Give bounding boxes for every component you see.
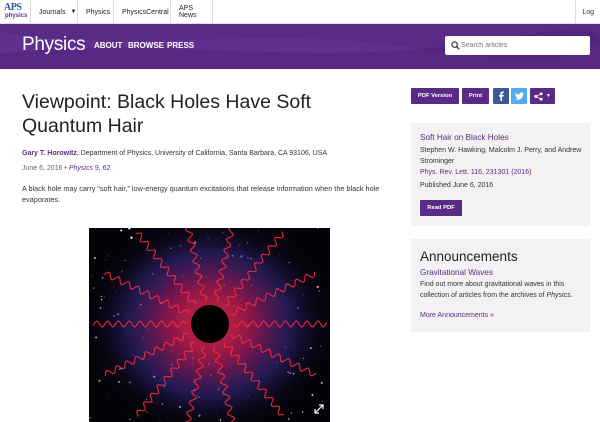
search-input[interactable]	[461, 38, 586, 53]
journal-name: Physics	[68, 165, 93, 172]
search-box	[445, 36, 590, 55]
twitter-icon	[514, 92, 524, 100]
search-icon	[451, 41, 460, 50]
author-line: Gary T. Horowitz, Department of Physics,…	[22, 150, 327, 157]
announcement-text-end: .	[570, 291, 573, 299]
announcement-text-journal: Physics	[546, 291, 571, 299]
aps-logo-text: APS	[4, 2, 22, 13]
physics-link[interactable]: Physics	[77, 0, 113, 24]
related-article-citation[interactable]: Phys. Rev. Lett. 116, 231301 (2016)	[420, 169, 531, 176]
print-button[interactable]: Print	[462, 88, 489, 104]
author-affiliation: , Department of Physics, University of C…	[76, 150, 328, 157]
aps-logo-subtext: physics	[5, 13, 28, 19]
facebook-share-button[interactable]	[493, 88, 509, 104]
related-article-card: Soft Hair on Black Holes Stephen W. Hawk…	[411, 123, 590, 226]
chevron-down-icon: ▼	[70, 9, 77, 15]
more-announcements-link[interactable]: More Announcements »	[420, 312, 494, 319]
announcement-title[interactable]: Gravitational Waves	[420, 268, 493, 277]
related-article-published: Published June 6, 2016	[420, 182, 494, 189]
aps-logo[interactable]: APS physics	[4, 2, 28, 22]
article-figure[interactable]	[89, 228, 330, 422]
announcement-text-main: Find out more about gravitational waves …	[420, 281, 565, 299]
aps-news-link[interactable]: APS News	[170, 0, 213, 24]
twitter-share-button[interactable]	[511, 88, 527, 104]
journals-menu[interactable]: Journals ▼	[30, 0, 77, 24]
nav-press[interactable]: PRESS	[167, 41, 194, 50]
share-menu-button[interactable]: ▼	[530, 88, 555, 104]
read-pdf-button[interactable]: Read PDF	[420, 200, 462, 216]
site-header: Physics ABOUT BROWSE PRESS	[0, 24, 600, 69]
related-article-title[interactable]: Soft Hair on Black Holes	[420, 133, 509, 142]
physics-link-label: Physics	[86, 8, 111, 16]
physics-logo[interactable]: Physics	[22, 34, 86, 56]
publication-date: June 6, 2016	[22, 165, 63, 172]
login-link[interactable]: Log	[575, 0, 600, 24]
aps-news-link-label: APS News	[179, 5, 197, 19]
top-bar: APS physics Journals ▼ Physics PhysicsCe…	[0, 0, 600, 24]
physicscentral-link-label: PhysicsCentral	[122, 8, 169, 16]
expand-icon[interactable]	[314, 404, 324, 414]
journal-link[interactable]: Physics 9, 62	[69, 165, 111, 172]
announcements-card: Announcements Gravitational Waves Find o…	[411, 239, 590, 332]
author-name-link[interactable]: Gary T. Horowitz	[22, 150, 77, 157]
announcements-heading: Announcements	[420, 249, 518, 264]
article-summary: A black hole may carry “soft hair,” low-…	[22, 184, 380, 204]
related-article-authors: Stephen W. Hawking, Malcolm J. Perry, an…	[420, 147, 582, 165]
login-label: Log	[582, 8, 594, 16]
chevron-down-icon: ▼	[546, 93, 551, 99]
black-hole-illustration	[89, 228, 330, 422]
journals-menu-label: Journals	[39, 8, 66, 16]
nav-browse[interactable]: BROWSE	[128, 41, 164, 50]
physicscentral-link[interactable]: PhysicsCentral	[113, 0, 170, 24]
announcement-text: Find out more about gravitational waves …	[420, 280, 582, 301]
nav-about[interactable]: ABOUT	[94, 41, 122, 50]
facebook-icon	[499, 91, 504, 101]
pdf-version-button[interactable]: PDF Version	[411, 88, 459, 104]
share-icon	[534, 91, 543, 101]
article-title: Viewpoint: Black Holes Have Soft Quantum…	[22, 91, 312, 137]
publication-info: June 6, 2016 • Physics 9, 62	[22, 165, 110, 172]
journal-volume: 9, 62	[92, 165, 111, 172]
